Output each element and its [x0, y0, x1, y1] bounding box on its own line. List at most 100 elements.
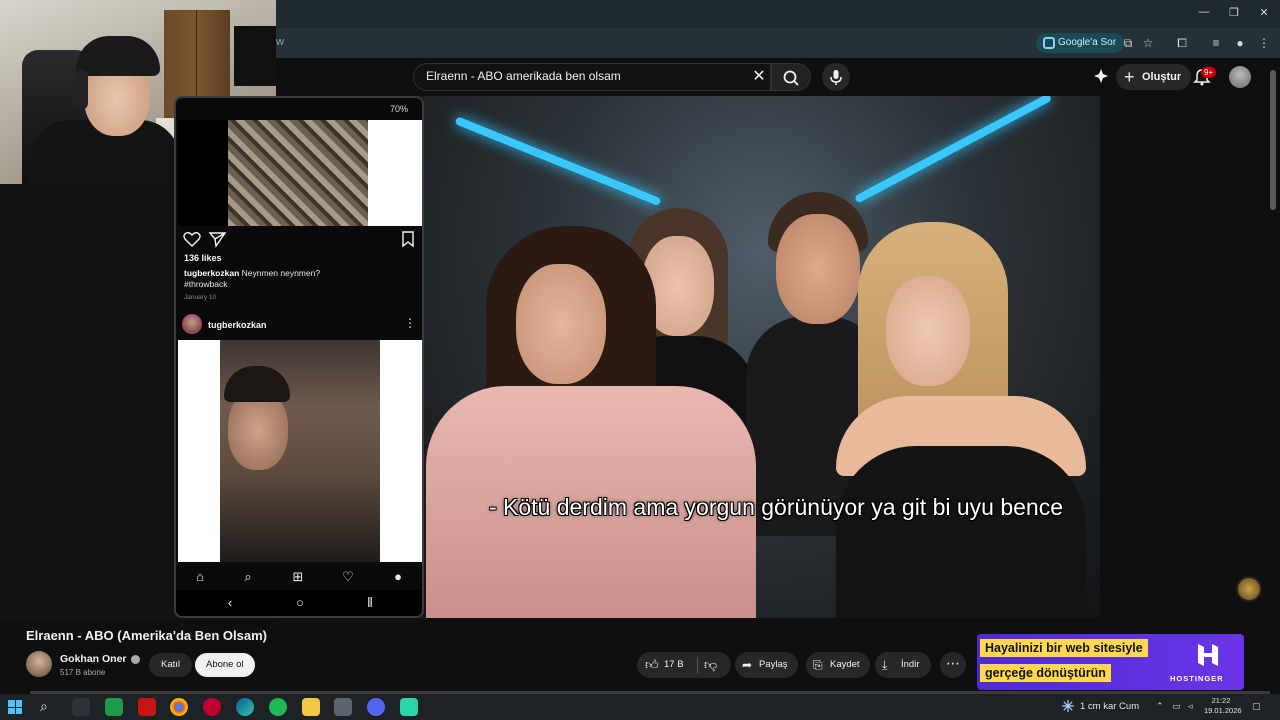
thumbs-up-icon[interactable]: 👍︎ — [645, 652, 659, 678]
hostinger-logo-icon — [1198, 644, 1218, 666]
subscriber-count: 517 B abone — [60, 668, 106, 677]
webcam-streamer-cap — [76, 36, 160, 76]
profile-icon[interactable]: ● — [1232, 35, 1248, 51]
caption-username: tugberkozkan — [184, 268, 240, 278]
profile-icon: ● — [394, 569, 402, 584]
notification-count-badge: 9+ — [1201, 67, 1217, 78]
account-avatar[interactable] — [1229, 66, 1251, 88]
channel-avatar[interactable] — [26, 651, 52, 677]
phone-screen-overlay: 70% 136 likes tugberkozkan Neynmen neynm… — [174, 96, 424, 618]
thumbs-down-icon[interactable]: 👎︎ — [704, 652, 717, 678]
instagram-post-image-1-dark — [178, 120, 228, 226]
edge-icon[interactable] — [236, 698, 254, 716]
instagram-post-image-2-face — [228, 390, 288, 470]
hostinger-ad[interactable]: Hayalinizi bir web sitesiyle gerçeğe dön… — [977, 634, 1244, 690]
volume-icon[interactable]: ◃ — [1188, 701, 1193, 712]
chrome-icon[interactable] — [170, 698, 188, 716]
share-button[interactable]: ➦ Paylaş — [735, 652, 798, 678]
minimize-button[interactable]: — — [1194, 6, 1214, 18]
post-action-icons — [183, 231, 414, 248]
search-button[interactable] — [771, 63, 811, 91]
video-person-3-face — [776, 214, 860, 324]
like-dislike-group: 👍︎ 17 B 👎︎ — [637, 652, 731, 678]
bookmark-star-icon[interactable]: ☆ — [1140, 35, 1156, 51]
maximize-button[interactable]: ❐ — [1224, 6, 1244, 19]
kick-icon[interactable] — [400, 698, 418, 716]
video-title: Elraenn - ABO (Amerika'da Ben Olsam) — [26, 628, 268, 643]
spotify-icon[interactable] — [269, 698, 287, 716]
join-button[interactable]: Katıl — [149, 653, 193, 677]
windows-start-icon[interactable] — [8, 700, 22, 714]
search-icon: ⌕ — [244, 569, 252, 584]
channel-name-text[interactable]: Gokhan Oner — [60, 653, 127, 665]
bookmark-icon: ⎘ — [813, 658, 823, 672]
home-icon: ⌂ — [196, 569, 204, 584]
media-controls-icon[interactable]: ≡ — [1208, 35, 1224, 51]
ai-sparkle-icon[interactable] — [1092, 67, 1110, 85]
page-scrollbar[interactable] — [1270, 70, 1276, 210]
netflix-icon[interactable] — [138, 698, 156, 716]
channel-watermark-icon[interactable] — [1236, 576, 1262, 602]
snow-icon — [1062, 700, 1074, 712]
back-icon: ‹ — [227, 595, 233, 610]
network-icon[interactable]: ▭ — [1172, 701, 1181, 712]
weather-widget[interactable]: 1 cm kar Cum — [1080, 701, 1139, 712]
instagram-bottom-nav: ⌂ ⌕ ⊞ ♡ ● — [176, 564, 422, 590]
task-view-icon[interactable] — [72, 698, 90, 716]
plus-icon: + — [1124, 67, 1135, 87]
phone-battery-level: 70% — [389, 104, 408, 114]
file-explorer-icon[interactable] — [302, 698, 320, 716]
post-hashtag: #throwback — [184, 279, 228, 289]
more-options-icon: ⋮ — [404, 316, 416, 330]
app-icon[interactable] — [334, 698, 352, 716]
tray-chevron-icon[interactable]: ⌃ — [1156, 701, 1164, 712]
recents-icon: ⦀ — [367, 595, 373, 610]
android-nav-bar: ‹ ○ ⦀ — [176, 590, 422, 616]
clock[interactable]: 21:22 19.01.2026 — [1204, 696, 1242, 716]
discord-icon[interactable] — [367, 698, 385, 716]
ask-google-button[interactable]: Google'a Sor — [1036, 33, 1125, 53]
download-label: İndir — [901, 659, 920, 670]
video-person-4-body — [836, 446, 1086, 618]
create-button[interactable]: + Oluştur — [1116, 64, 1192, 90]
subscribe-button[interactable]: Abone ol — [195, 653, 255, 677]
post-likes: 136 likes — [184, 253, 222, 263]
post-date: January 10 — [184, 294, 217, 301]
home-circle-icon: ○ — [296, 595, 304, 610]
google-lens-icon — [1043, 37, 1055, 49]
ad-headline-2: gerçeğe dönüştürün — [980, 664, 1111, 682]
webcam-monitor — [234, 26, 276, 86]
new-post-icon: ⊞ — [292, 569, 304, 584]
extensions-icon[interactable]: ⧠ — [1174, 35, 1190, 51]
browser-menu-icon[interactable]: ⋮ — [1256, 35, 1272, 51]
video-right-margin — [1100, 96, 1268, 618]
share-icon: ➦ — [742, 658, 753, 672]
phone-status-bar: 70% — [176, 104, 422, 118]
save-button[interactable]: ⎘ Kaydet — [806, 652, 870, 678]
microphone-icon — [830, 70, 842, 85]
ad-headline-1: Hayalinizi bir web sitesiyle — [980, 639, 1148, 657]
close-window-button[interactable]: ✕ — [1254, 6, 1274, 19]
opera-icon[interactable] — [203, 698, 221, 716]
notifications-icon[interactable]: ▢ — [1252, 701, 1261, 712]
search-icon — [783, 70, 799, 86]
clear-search-icon[interactable]: ✕ — [750, 66, 768, 86]
store-icon[interactable] — [105, 698, 123, 716]
like-count[interactable]: 17 B — [664, 652, 684, 678]
more-actions-button[interactable]: ⋯ — [940, 652, 966, 678]
download-button[interactable]: ⤓ İndir — [875, 652, 931, 678]
save-label: Kaydet — [830, 659, 860, 670]
webcam-headset — [74, 70, 88, 110]
search-query[interactable]: Elraenn - ABO amerikada ben olsam — [426, 69, 621, 83]
address-text[interactable]: w — [276, 36, 284, 48]
video-person-4-face — [886, 276, 970, 386]
create-label: Oluştur — [1142, 71, 1182, 83]
install-app-icon[interactable]: ⧉ — [1120, 35, 1136, 51]
taskbar-search-icon[interactable]: ⌕ — [40, 698, 48, 715]
clock-date: 19.01.2026 — [1204, 706, 1242, 715]
heart-icon: ♡ — [342, 569, 354, 584]
post-caption: tugberkozkan Neynmen neynmen? — [184, 267, 414, 279]
voice-search-button[interactable] — [822, 63, 850, 91]
channel-name[interactable]: Gokhan Oner — [60, 653, 140, 665]
send-icon — [208, 232, 227, 248]
